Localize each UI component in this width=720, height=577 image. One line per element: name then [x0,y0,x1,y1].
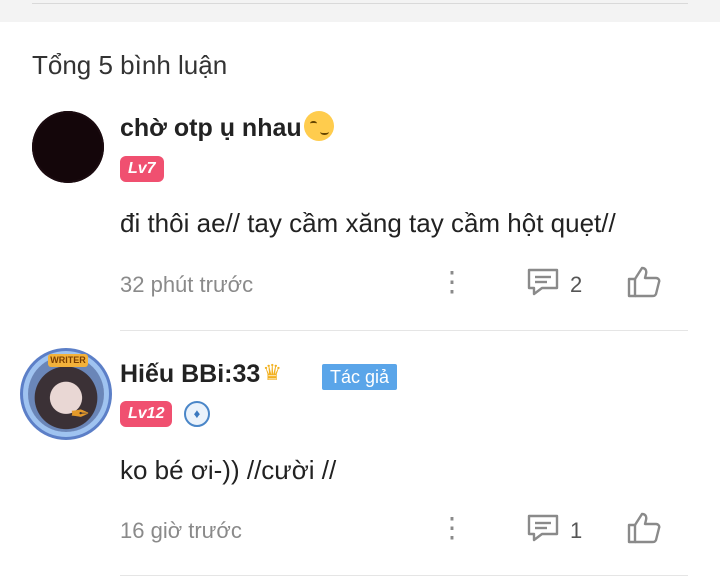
username-text: chờ otp ụ nhau [120,114,302,142]
comment-time: 16 giờ trước [120,518,242,543]
comment-time: 32 phút trước [120,272,254,297]
comment-divider [120,330,688,331]
comment-divider [120,575,688,576]
quill-pen-icon: ✒ [70,401,91,428]
reply-count: 2 [570,272,583,297]
username[interactable]: Hiếu BBi:33♛ [120,360,282,389]
like-icon[interactable] [626,511,662,545]
author-badge: Tác giả [322,364,398,390]
avatar[interactable] [32,111,104,183]
comment-count-heading: Tổng 5 bình luận [32,50,228,80]
reply-icon[interactable] [526,267,560,297]
more-options-icon[interactable]: ⋮ [438,268,466,296]
comment-text: đi thôi ae// tay cầm xăng tay cầm hột qu… [120,208,616,238]
username-text: Hiếu BBi:33 [120,360,261,388]
more-options-icon[interactable]: ⋮ [438,514,466,542]
level-badge: Lv7 [120,156,164,182]
crown-icon: ♛ [262,360,283,386]
avatar[interactable] [28,356,104,432]
diamond-rank-icon: ♦ [184,401,210,427]
smirking-face-icon [303,111,334,142]
username[interactable]: chờ otp ụ nhau [120,111,334,144]
level-badge: Lv12 [120,401,173,427]
reply-icon[interactable] [526,513,560,543]
top-divider [32,3,688,4]
comment-text: ko bé ơi-)) //cười // [120,455,337,485]
reply-count: 1 [570,518,583,543]
writer-frame-tag: WRITER [48,354,88,367]
like-icon[interactable] [626,265,662,299]
